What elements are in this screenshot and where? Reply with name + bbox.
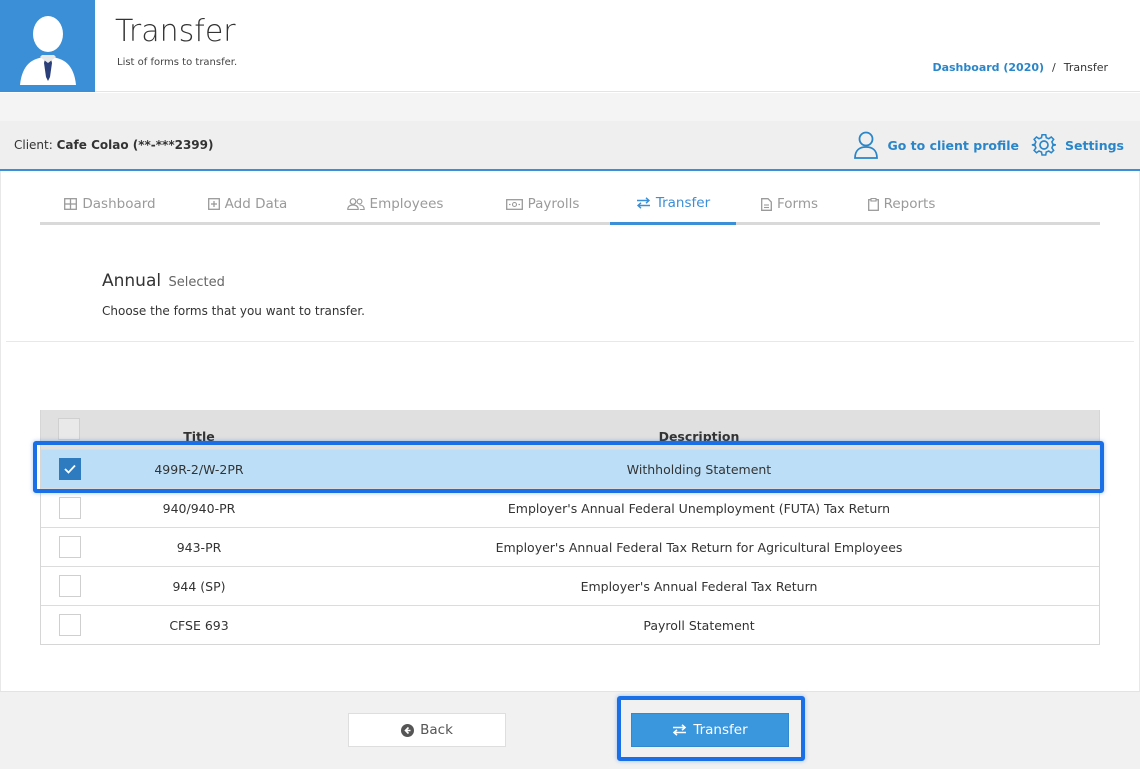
table-row[interactable]: 943-PR Employer's Annual Federal Tax Ret… bbox=[41, 527, 1099, 566]
main-panel: Dashboard Add Data Employees Payrolls Tr… bbox=[0, 171, 1140, 691]
tab-label: Dashboard bbox=[82, 196, 156, 212]
user-avatar bbox=[0, 0, 95, 92]
table-row[interactable]: CFSE 693 Payroll Statement bbox=[41, 605, 1099, 644]
client-actions: Go to client profile Settings bbox=[853, 131, 1124, 159]
tab-forms[interactable]: Forms bbox=[736, 183, 843, 225]
section-description: Choose the forms that you want to transf… bbox=[102, 304, 365, 318]
column-header-title: Title bbox=[183, 429, 215, 444]
settings-label: Settings bbox=[1064, 137, 1124, 153]
row-checkbox[interactable] bbox=[59, 497, 81, 519]
client-bar: Client: Cafe Colao (**-***2399) Go to cl… bbox=[0, 121, 1140, 171]
tab-employees[interactable]: Employees bbox=[315, 183, 475, 225]
row-title: 944 (SP) bbox=[172, 578, 226, 594]
breadcrumb: Dashboard (2020) / Transfer bbox=[932, 61, 1108, 74]
clipboard-icon bbox=[867, 197, 879, 211]
settings-link[interactable]: Settings bbox=[1031, 132, 1124, 158]
client-label-text: Client: bbox=[14, 138, 53, 152]
tab-label: Payrolls bbox=[527, 196, 580, 212]
breadcrumb-dashboard-link[interactable]: Dashboard (2020) bbox=[932, 61, 1044, 74]
tab-transfer[interactable]: Transfer bbox=[610, 183, 736, 225]
nav-tabs: Dashboard Add Data Employees Payrolls Tr… bbox=[40, 183, 1100, 225]
header-spacer bbox=[0, 93, 1140, 121]
go-to-client-profile-label: Go to client profile bbox=[887, 137, 1019, 153]
tab-dashboard[interactable]: Dashboard bbox=[40, 183, 180, 225]
tab-reports[interactable]: Reports bbox=[843, 183, 960, 225]
exchange-icon bbox=[673, 724, 687, 736]
client-info: Client: Cafe Colao (**-***2399) bbox=[14, 138, 213, 152]
table-header: Title Description bbox=[41, 410, 1099, 449]
section-title-text: Annual bbox=[102, 271, 162, 291]
action-footer: Back Transfer bbox=[0, 691, 1140, 769]
tab-label: Forms bbox=[776, 196, 819, 212]
grid-icon bbox=[64, 198, 78, 210]
page-subtitle: List of forms to transfer. bbox=[117, 57, 238, 68]
transfer-button-label: Transfer bbox=[693, 722, 748, 738]
tab-add-data[interactable]: Add Data bbox=[180, 183, 315, 225]
row-title: 940/940-PR bbox=[162, 500, 236, 516]
arrow-left-circle-icon bbox=[401, 723, 415, 737]
client-name: Cafe Colao (**-***2399) bbox=[56, 138, 214, 152]
row-title: 499R-2/W-2PR bbox=[154, 461, 244, 477]
row-description: Withholding Statement bbox=[626, 461, 772, 477]
tab-label: Employees bbox=[369, 196, 444, 212]
section-title-suffix: Selected bbox=[168, 275, 225, 290]
exchange-icon bbox=[636, 196, 650, 209]
row-description: Employer's Annual Federal Unemployment (… bbox=[507, 500, 891, 516]
page-header: Transfer List of forms to transfer. Dash… bbox=[0, 0, 1140, 92]
breadcrumb-current: Transfer bbox=[1063, 61, 1108, 74]
go-to-client-profile-link[interactable]: Go to client profile bbox=[853, 131, 1019, 159]
forms-table: Title Description 499R-2/W-2PR Withholdi… bbox=[40, 410, 1100, 645]
row-checkbox[interactable] bbox=[59, 536, 81, 558]
money-icon bbox=[505, 198, 523, 210]
row-description: Employer's Annual Federal Tax Return for… bbox=[495, 539, 903, 555]
select-all-checkbox[interactable] bbox=[58, 418, 80, 440]
tab-label: Add Data bbox=[224, 196, 288, 212]
checkmark-icon bbox=[64, 464, 76, 474]
page-title: Transfer bbox=[115, 14, 236, 49]
tab-label: Reports bbox=[883, 196, 936, 212]
section-title: Annual Selected bbox=[102, 271, 225, 291]
user-silhouette-icon bbox=[19, 16, 76, 85]
section-divider bbox=[6, 341, 1134, 342]
column-header-description: Description bbox=[658, 429, 740, 444]
tab-label: Transfer bbox=[655, 194, 711, 211]
row-title: CFSE 693 bbox=[169, 617, 229, 633]
back-button[interactable]: Back bbox=[348, 713, 506, 747]
table-row[interactable]: 499R-2/W-2PR Withholding Statement bbox=[41, 449, 1099, 488]
transfer-button[interactable]: Transfer bbox=[631, 713, 789, 747]
tab-payrolls[interactable]: Payrolls bbox=[475, 183, 610, 225]
user-outline-icon bbox=[854, 131, 879, 159]
row-description: Payroll Statement bbox=[643, 617, 755, 633]
table-row[interactable]: 944 (SP) Employer's Annual Federal Tax R… bbox=[41, 566, 1099, 605]
row-title: 943-PR bbox=[176, 539, 222, 555]
row-checkbox[interactable] bbox=[59, 614, 81, 636]
file-icon bbox=[761, 197, 772, 211]
gear-icon bbox=[1031, 133, 1056, 156]
table-row[interactable]: 940/940-PR Employer's Annual Federal Une… bbox=[41, 488, 1099, 527]
plus-square-icon bbox=[207, 198, 220, 210]
users-icon bbox=[346, 198, 365, 210]
row-checkbox[interactable] bbox=[59, 458, 81, 480]
breadcrumb-separator: / bbox=[1052, 61, 1056, 74]
row-checkbox[interactable] bbox=[59, 575, 81, 597]
back-button-label: Back bbox=[420, 722, 453, 738]
row-description: Employer's Annual Federal Tax Return bbox=[580, 578, 818, 594]
